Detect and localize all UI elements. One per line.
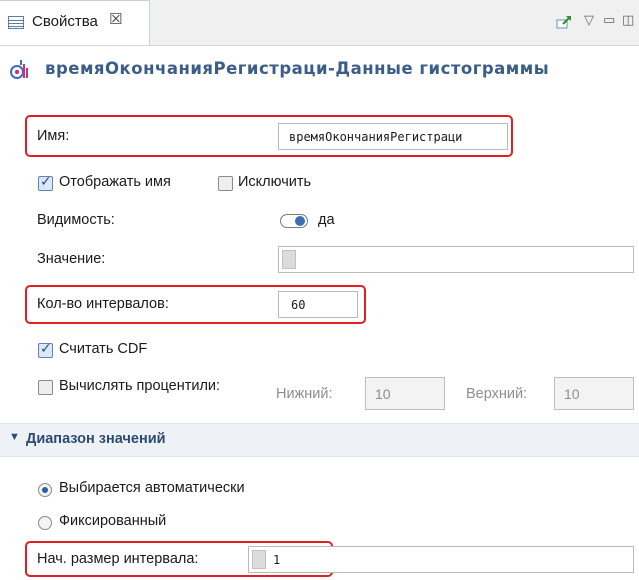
percentiles-label: Вычислять процентили:	[59, 378, 221, 394]
value-range-section-label: Диапазон значений	[26, 431, 166, 447]
intervals-input-value: 60	[291, 298, 306, 312]
value-label: Значение:	[37, 251, 106, 267]
collapse-arrow-icon[interactable]: ▼	[9, 431, 20, 443]
intervals-input[interactable]: 60	[278, 291, 358, 318]
pin-icon[interactable]	[556, 14, 572, 30]
value-expression-button[interactable]	[282, 250, 296, 269]
close-icon[interactable]: ☒	[109, 11, 122, 29]
maximize-icon[interactable]: ◫	[622, 12, 634, 28]
tab-properties-label: Свойства	[32, 13, 98, 30]
show-name-label: Отображать имя	[59, 174, 171, 190]
tab-properties[interactable]: Свойства ☒	[0, 0, 150, 45]
initial-size-input-value: 1	[273, 553, 281, 567]
lower-label: Нижний:	[276, 386, 333, 402]
name-label: Имя:	[37, 128, 70, 144]
visibility-value: да	[318, 212, 335, 228]
auto-radio[interactable]	[38, 483, 52, 497]
histogram-data-icon	[10, 60, 28, 79]
fixed-radio-label: Фиксированный	[59, 513, 167, 529]
initial-size-input[interactable]: 1	[248, 546, 634, 573]
upper-input[interactable]: 10	[554, 377, 634, 410]
page-title: времяОкончанияРегистраци-Данные гистогра…	[45, 59, 550, 78]
lower-input[interactable]: 10	[365, 377, 445, 410]
initial-size-label: Нач. размер интервала:	[37, 551, 199, 567]
upper-label: Верхний:	[466, 386, 528, 402]
fixed-radio[interactable]	[38, 516, 52, 530]
cdf-label: Считать CDF	[59, 341, 148, 357]
minimize-icon[interactable]: ▭	[603, 12, 615, 28]
name-input[interactable]: времяОкончанияРегистраци	[278, 123, 508, 150]
visibility-label: Видимость:	[37, 212, 115, 228]
auto-radio-label: Выбирается автоматически	[59, 480, 245, 496]
show-name-checkbox[interactable]	[38, 174, 53, 191]
percentiles-checkbox[interactable]	[38, 380, 53, 395]
initial-size-expression-button[interactable]	[252, 550, 266, 569]
visibility-toggle[interactable]	[280, 214, 308, 228]
view-tab-bar: Свойства ☒ ▽ ▭ ◫	[0, 0, 639, 46]
cdf-checkbox[interactable]	[38, 341, 53, 358]
exclude-label: Исключить	[238, 174, 312, 190]
properties-icon	[8, 16, 24, 29]
value-input[interactable]	[278, 246, 634, 273]
intervals-label: Кол-во интервалов:	[37, 296, 169, 312]
view-menu-icon[interactable]: ▽	[584, 12, 594, 28]
value-range-section-header[interactable]: ▼ Диапазон значений	[0, 423, 639, 457]
name-input-value: времяОкончанияРегистраци	[289, 130, 463, 144]
upper-input-value: 10	[564, 386, 580, 402]
exclude-checkbox[interactable]	[218, 176, 233, 191]
lower-input-value: 10	[375, 386, 391, 402]
